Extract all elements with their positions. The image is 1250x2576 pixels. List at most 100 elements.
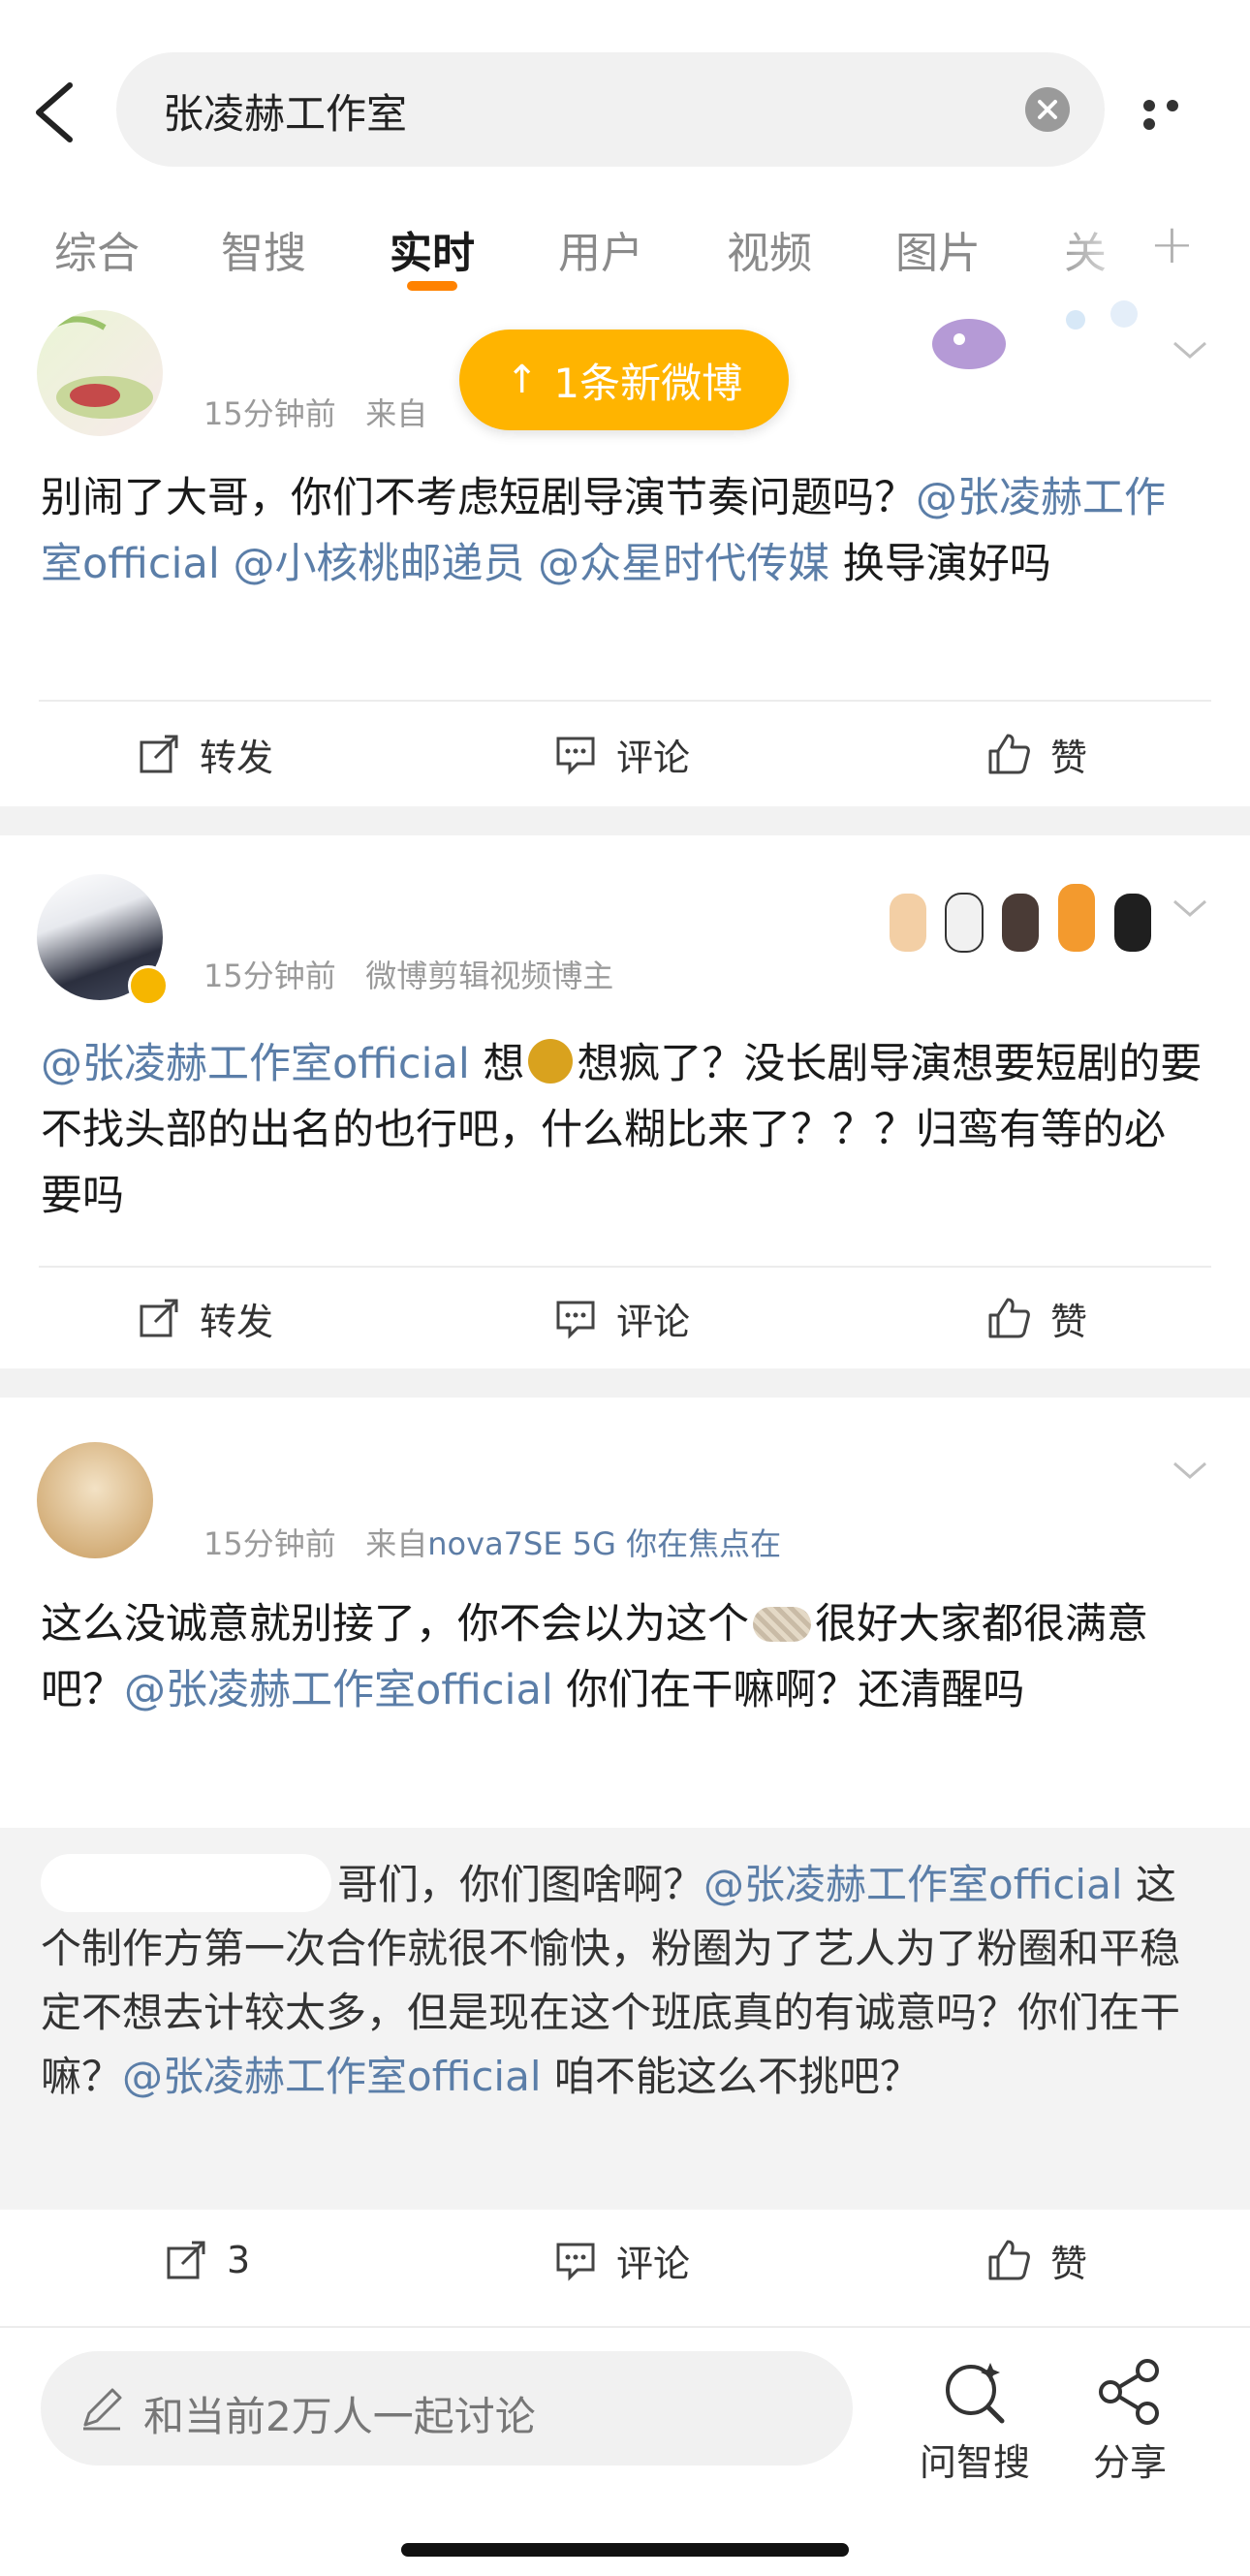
tab-realtime[interactable]: 实时 (390, 218, 475, 280)
quoted-post-text: 哥们，你们图啥啊？@张凌赫工作室official 这个制作方第一次合作就很不愉快… (41, 1853, 1213, 2109)
back-icon[interactable] (27, 78, 81, 147)
thumbs-up-icon (988, 734, 1030, 774)
post-actions: 3 评论 赞 (0, 2212, 1250, 2309)
thumbs-up-icon (988, 1298, 1030, 1338)
clear-search-icon[interactable] (1025, 87, 1070, 132)
pencil-icon (76, 2382, 128, 2438)
tab-smart-search[interactable]: 智搜 (221, 218, 306, 280)
bottom-bar: 和当前2万人一起讨论 问智搜 分享 (0, 2326, 1250, 2576)
decoration-sticker-icon (882, 845, 1172, 965)
active-tab-indicator (407, 281, 457, 291)
quoted-text-segment: 咱不能这么不挑吧？ (541, 2053, 921, 2100)
post-text-segment (524, 540, 538, 588)
repost-label: 转发 (200, 1300, 274, 1343)
repost-icon (140, 735, 178, 773)
post-actions: 转发 评论 赞 (0, 706, 1250, 802)
chevron-down-icon[interactable] (1171, 335, 1209, 364)
tab-videos[interactable]: 视频 (727, 218, 812, 280)
share-button[interactable]: 分享 (1072, 2357, 1188, 2486)
post-text-segment: 换导演好吗 (829, 540, 1051, 588)
new-posts-label: 1条新微博 (553, 359, 743, 407)
comment-button[interactable]: 评论 (554, 2212, 690, 2309)
tab-users[interactable]: 用户 (558, 218, 643, 280)
post-text-segment: 想 (469, 1040, 525, 1088)
post-card[interactable]: 15分钟前 微博剪辑视频博主 @张凌赫工作室official 想想疯了？没长剧导… (0, 835, 1250, 1368)
post-source: 微博剪辑视频博主 (365, 958, 614, 994)
verified-badge-icon (128, 965, 169, 1006)
comment-label: 评论 (616, 2242, 691, 2285)
repost-icon (140, 1299, 178, 1337)
comment-icon (556, 2243, 595, 2281)
post-source-link[interactable]: nova7SE 5G 你在焦点在 (427, 1525, 781, 1562)
like-button[interactable]: 赞 (986, 2212, 1087, 2309)
divider (39, 1266, 1211, 1268)
comment-label: 评论 (616, 1300, 691, 1343)
quoted-author-placeholder (41, 1854, 331, 1912)
mention-link[interactable]: @张凌赫工作室official (41, 1040, 470, 1088)
post-meta: 15分钟前 微博剪辑视频博主 (203, 952, 613, 996)
post-text-segment: 你们在干嘛啊？还清醒吗 (552, 1666, 1025, 1714)
mention-link[interactable]: @张凌赫工作室official (122, 2053, 541, 2100)
post-source: 来自 (365, 1525, 428, 1562)
share-label: 分享 (1092, 2441, 1167, 2484)
post-text: @张凌赫工作室official 想想疯了？没长剧导演想要短剧的要不找头部的出名的… (41, 1031, 1203, 1229)
mention-link[interactable]: @众星时代传媒 (538, 540, 829, 588)
like-label: 赞 (1050, 736, 1088, 779)
avatar[interactable] (37, 1442, 153, 1558)
quoted-post[interactable]: 哥们，你们图啥啊？@张凌赫工作室official 这个制作方第一次合作就很不愉快… (0, 1828, 1250, 2210)
mention-link[interactable]: @小核桃邮递员 (233, 540, 524, 588)
post-meta: 15分钟前 来自nova7SE 5G 你在焦点在 (203, 1520, 781, 1564)
search-input[interactable]: 张凌赫工作室 (116, 52, 1105, 167)
search-query[interactable]: 张凌赫工作室 (163, 81, 407, 141)
chevron-down-icon[interactable] (1171, 894, 1209, 923)
like-button[interactable]: 赞 (986, 706, 1087, 802)
post-text: 别闹了大哥，你们不考虑短剧导演节奏问题吗？@张凌赫工作室official @小核… (41, 465, 1203, 597)
post-text-segment: 这么没诚意就别接了，你不会以为这个 (41, 1600, 749, 1649)
post-actions: 转发 评论 赞 (0, 1270, 1250, 1367)
post-meta: 15分钟前 来自 (203, 390, 427, 434)
comment-icon (556, 1301, 595, 1339)
avatar[interactable] (37, 310, 163, 436)
comment-button[interactable]: 评论 (554, 1270, 690, 1367)
discussion-placeholder: 和当前2万人一起讨论 (143, 2393, 536, 2440)
repost-button[interactable]: 3 (165, 2212, 250, 2309)
post-time: 15分钟前 (203, 395, 336, 432)
like-label: 赞 (1050, 1300, 1088, 1343)
post-separator (0, 806, 1250, 835)
money-bag-icon (528, 1039, 574, 1084)
post-text-segment: 别闹了大哥，你们不考虑短剧导演节奏问题吗？ (41, 474, 916, 522)
mention-link[interactable]: @张凌赫工作室official (124, 1666, 553, 1714)
like-button[interactable]: 赞 (986, 1270, 1087, 1367)
ask-smart-search-button[interactable]: 问智搜 (917, 2357, 1033, 2486)
quoted-text-segment: 哥们，你们图啥啊？ (337, 1861, 704, 1908)
post-card[interactable]: 15分钟前 来自nova7SE 5G 你在焦点在 这么没诚意就别接了，你不会以为… (0, 1398, 1250, 2314)
repost-button[interactable]: 转发 (138, 1270, 273, 1367)
chevron-down-icon[interactable] (1171, 1456, 1209, 1485)
post-time: 15分钟前 (203, 958, 336, 994)
post-source: 来自 (365, 395, 428, 432)
comment-button[interactable]: 评论 (554, 706, 690, 802)
post-text: 这么没诚意就别接了，你不会以为这个 很好大家都很满意吧？@张凌赫工作室offici… (41, 1591, 1203, 1723)
mention-link[interactable]: @张凌赫工作室official (703, 1861, 1122, 1908)
decoration-sticker-icon (921, 300, 1153, 382)
add-tab-icon[interactable]: + (1149, 213, 1195, 276)
home-indicator (401, 2543, 849, 2557)
tab-fade-overlay (1047, 184, 1143, 300)
more-options-icon[interactable] (1143, 97, 1211, 130)
new-posts-button[interactable]: ↑ 1条新微博 (459, 330, 789, 430)
tab-comprehensive[interactable]: 综合 (54, 218, 140, 280)
thumbs-up-icon (988, 2240, 1030, 2280)
post-time: 15分钟前 (203, 1525, 336, 1562)
post-text-segment (220, 540, 234, 588)
comment-icon (556, 737, 595, 775)
repost-icon (167, 2241, 205, 2279)
repost-count: 3 (227, 2239, 251, 2281)
tab-images[interactable]: 图片 (895, 218, 981, 280)
divider (39, 700, 1211, 702)
tab-bar: 综合 智搜 实时 用户 视频 图片 关 + (0, 184, 1250, 300)
discussion-input[interactable]: 和当前2万人一起讨论 (41, 2351, 853, 2466)
repost-label: 转发 (200, 736, 274, 779)
repost-button[interactable]: 转发 (138, 706, 273, 802)
comment-label: 评论 (616, 736, 691, 779)
ask-label: 问智搜 (919, 2441, 1030, 2484)
